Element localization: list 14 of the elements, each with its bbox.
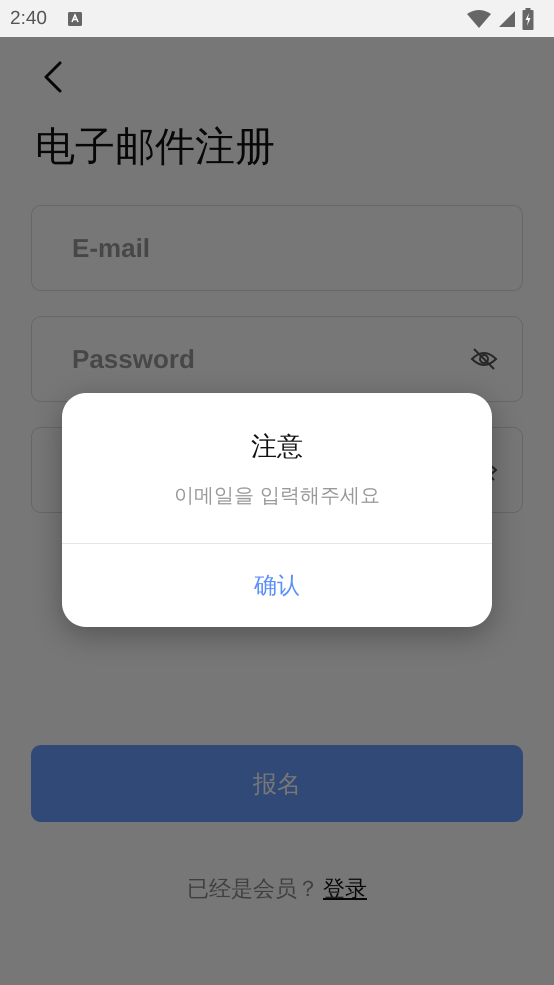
login-link[interactable]: 登录 bbox=[323, 874, 367, 904]
battery-charging-icon bbox=[522, 8, 534, 30]
signup-button[interactable]: 报名 bbox=[31, 745, 523, 822]
status-time: 2:40 bbox=[10, 8, 47, 30]
back-icon[interactable] bbox=[43, 61, 63, 93]
confirm-button[interactable]: 确认 bbox=[62, 543, 492, 627]
dialog-message: 이메일을 입력해주세요 bbox=[174, 482, 380, 509]
hidden-eye-icon[interactable] bbox=[470, 347, 498, 371]
member-prompt: 已经是会员？ bbox=[187, 876, 319, 904]
signal-icon bbox=[498, 10, 516, 28]
keyboard-notification-icon bbox=[66, 10, 83, 26]
page-title: 电子邮件注册 bbox=[35, 123, 276, 171]
wifi-icon bbox=[466, 8, 492, 28]
dialog-title: 注意 bbox=[251, 431, 303, 464]
